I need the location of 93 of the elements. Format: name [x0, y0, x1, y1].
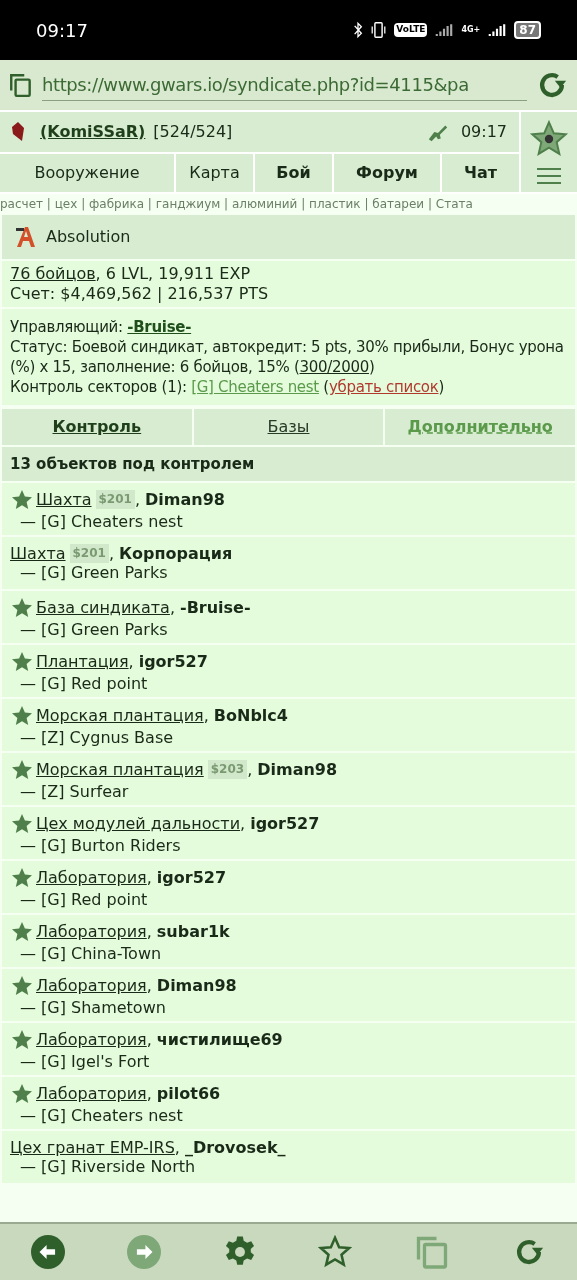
nav-link[interactable]: Вооружение — [0, 154, 174, 192]
comma: , — [146, 976, 152, 995]
sector-text: — [Z] Surfear — [19, 781, 130, 801]
sectors-text: Контроль секторов (1): [G] Cheaters nest (убрать список) — [10, 377, 446, 397]
sector-text: — [G] Green Parks — [19, 619, 169, 639]
owner-name: _Drovosek_ — [184, 1138, 286, 1157]
object-link[interactable]: Лаборатория — [36, 1030, 147, 1049]
owner-name: Diman98 — [257, 760, 338, 779]
owner-name: Корпорация — [119, 544, 233, 563]
object-link[interactable]: Плантация — [36, 652, 129, 671]
object-link[interactable]: Цех гранат EMP-IRS — [10, 1138, 175, 1157]
remove-list-link[interactable]: убрать список — [328, 378, 439, 396]
account-text: Счет: $4,469,562 | 216,537 PTS — [10, 284, 270, 304]
owner-name: -Bruise- — [180, 598, 251, 617]
menu-icon[interactable] — [536, 167, 562, 185]
owner-name: igor527 — [156, 868, 227, 887]
gem-icon — [12, 121, 24, 143]
fill-link[interactable]: 300/2000 — [299, 358, 369, 376]
price-tag: $201 — [95, 490, 135, 509]
logo-icon — [14, 225, 38, 249]
price-tag: $201 — [69, 544, 109, 563]
sector-text: — [G] Burton Riders — [19, 835, 182, 855]
tab[interactable]: Базы — [193, 409, 384, 445]
back-icon[interactable] — [30, 1235, 65, 1269]
star-icon[interactable] — [529, 119, 569, 159]
clock: 09:17 — [36, 18, 88, 43]
price-tag: $203 — [207, 760, 248, 779]
volte-badge: VoLTE — [394, 23, 428, 37]
tab[interactable]: Контроль — [2, 409, 192, 445]
comma: , — [146, 1084, 152, 1103]
sector-text: — [G] Igel's Fort — [19, 1051, 151, 1071]
comma: , — [247, 760, 253, 779]
sector-text: — [G] Cheaters nest — [19, 1105, 184, 1125]
comma: , — [240, 814, 246, 833]
object-link[interactable]: Цех модулей дальности — [36, 814, 241, 833]
object-link[interactable]: Лаборатория — [36, 868, 147, 887]
object-link[interactable]: Морская плантация — [36, 706, 204, 725]
star-icon[interactable] — [318, 1235, 353, 1269]
owner-name: чистилище69 — [156, 1030, 283, 1049]
sector-text: — [Z] Cygnus Base — [19, 727, 175, 747]
syndicate-name: Absolution — [46, 226, 131, 248]
object-link[interactable]: Шахта — [36, 490, 92, 509]
nav-link[interactable]: Карта — [176, 154, 253, 192]
owner-name: igor527 — [138, 652, 208, 671]
status-text: Статус: Боевой синдикат, автокредит: 5 pts, 30% прибыли, Бонус урона (%) x 15, заполнение: 6 бойцов, 15% (300/2000) — [10, 337, 565, 377]
comma: , — [134, 490, 140, 509]
comma: , — [174, 1138, 180, 1157]
sector-text: — [G] Red point — [19, 673, 149, 693]
sector-text: — [G] Green Parks — [19, 563, 169, 582]
object-link[interactable]: Морская плантация — [36, 760, 204, 779]
comma: , — [169, 598, 175, 617]
manager-text: Управляющий: -Bruise- — [10, 317, 193, 337]
object-link[interactable]: Шахта — [10, 544, 66, 563]
object-link[interactable]: Лаборатория — [36, 922, 147, 941]
owner-name: BoNblc4 — [213, 706, 288, 725]
forward-icon[interactable] — [126, 1235, 161, 1269]
header-time: 09:17 — [460, 121, 507, 143]
owner-name: Diman98 — [156, 976, 237, 995]
nav-link[interactable]: Бой — [255, 154, 332, 192]
comma: , — [146, 1030, 152, 1049]
comma: , — [203, 706, 209, 725]
tabs-icon[interactable] — [8, 71, 34, 99]
objects-heading: 13 объектов под контролем — [10, 453, 255, 475]
syndicate-stats: 76 бойцов, 6 LVL, 19,911 EXP — [10, 264, 252, 284]
fighters-link[interactable]: 76 бойцов — [10, 264, 96, 283]
signal-icon — [488, 22, 507, 38]
owner-name: subar1k — [156, 922, 230, 941]
battery-level: 87 — [514, 21, 541, 39]
comma: , — [146, 868, 152, 887]
sector-text: — [G] Cheaters nest — [19, 511, 184, 531]
manager-link[interactable]: -Bruise- — [127, 318, 192, 336]
sector-text: — [G] Red point — [19, 889, 149, 909]
nav-link[interactable]: Форум — [334, 154, 440, 192]
object-link[interactable]: Лаборатория — [36, 976, 147, 995]
sector-text: — [G] Riverside North — [19, 1157, 197, 1176]
owner-name: igor527 — [250, 814, 320, 833]
subnav-links: расчет | цех | фабрика | ганджиум | алюминий | пластик | батареи | Стата — [0, 196, 474, 212]
comma: , — [146, 922, 152, 941]
owner-name: pilot66 — [156, 1084, 221, 1103]
vibrate-icon — [371, 21, 387, 39]
sector-text: — [G] Shametown — [19, 997, 167, 1017]
object-link[interactable]: База синдиката — [36, 598, 170, 617]
comma: , — [128, 652, 134, 671]
bluetooth-icon — [353, 21, 364, 39]
signal-icon — [435, 22, 454, 38]
comma: , — [108, 544, 114, 563]
network-label: 4G+ — [461, 24, 481, 36]
hp-text: [524/524] — [153, 121, 233, 143]
owner-name: Diman98 — [145, 490, 225, 509]
player-link[interactable]: (KomiSSaR) — [40, 120, 146, 144]
object-link[interactable]: Лаборатория — [36, 1084, 147, 1103]
sector-text: — [G] China-Town — [19, 943, 163, 963]
nav-link[interactable]: Чат — [442, 154, 519, 192]
